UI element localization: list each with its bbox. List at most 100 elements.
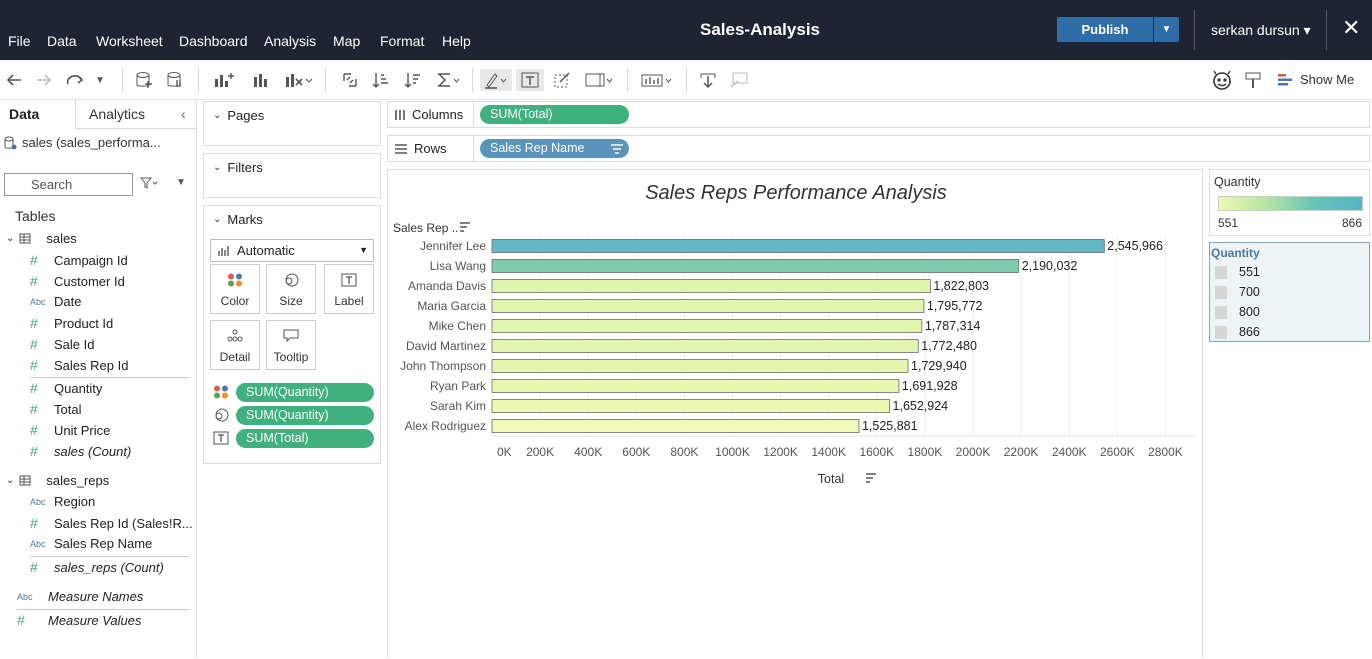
size-legend-label: 800 <box>1239 305 1260 319</box>
undo-icon[interactable] <box>4 69 24 91</box>
size-button[interactable]: Size <box>266 264 316 314</box>
color-button[interactable]: Color <box>210 264 260 314</box>
close-icon[interactable]: ✕ <box>1342 16 1360 40</box>
columns-shelf[interactable]: Columns SUM(Total) <box>387 101 1370 128</box>
category-label: Amanda Davis <box>408 279 486 293</box>
menu-dashboard[interactable]: Dashboard <box>179 33 248 49</box>
menu-file[interactable]: File <box>8 33 31 49</box>
tooltip-button[interactable]: Tooltip <box>266 320 316 370</box>
divider <box>122 68 123 92</box>
format-painter-icon[interactable] <box>1242 69 1264 91</box>
rows-shelf[interactable]: Rows Sales Rep Name <box>387 135 1370 162</box>
menu-data[interactable]: Data <box>47 33 77 49</box>
size-legend-item: 700 <box>1215 285 1260 299</box>
menu-worksheet[interactable]: Worksheet <box>96 33 163 49</box>
filters-card[interactable]: ⌄ Filters <box>203 153 381 198</box>
chevron-down-icon[interactable]: ▼ <box>176 177 186 188</box>
tab-data[interactable]: Data <box>9 106 39 122</box>
totals-icon[interactable] <box>435 69 461 91</box>
field-product-id[interactable]: # Product Id <box>30 315 113 331</box>
divider <box>472 68 473 92</box>
columns-pill-sum-total[interactable]: SUM(Total) <box>480 105 629 124</box>
label-label: Label <box>334 294 364 308</box>
field-quantity[interactable]: # Quantity <box>30 380 102 396</box>
table-sales[interactable]: ⌄ sales <box>6 231 77 246</box>
size-legend[interactable]: Quantity 551 700 800 866 <box>1209 242 1370 342</box>
new-datasource-icon[interactable] <box>133 69 155 91</box>
sort-ascending-icon[interactable] <box>370 69 392 91</box>
field-sale-id[interactable]: # Sale Id <box>30 336 94 352</box>
fix-axes-icon[interactable] <box>551 69 573 91</box>
sort-icon[interactable] <box>460 222 470 232</box>
swap-rows-columns-icon[interactable] <box>339 69 361 91</box>
detail-button[interactable]: Detail <box>210 320 260 370</box>
new-worksheet-icon[interactable] <box>211 69 237 91</box>
label-button[interactable]: Label <box>324 264 374 314</box>
replay-icon[interactable] <box>64 69 88 91</box>
replay-dropdown-icon[interactable]: ▼ <box>93 69 107 91</box>
show-me-button[interactable]: Show Me <box>1278 72 1354 87</box>
publish-button[interactable]: Publish <box>1057 17 1153 42</box>
x-tick-label: 2000K <box>956 445 991 459</box>
menu-analysis[interactable]: Analysis <box>264 33 316 49</box>
string-icon: Abc <box>17 591 33 602</box>
x-tick-label: 1800K <box>908 445 943 459</box>
pages-card[interactable]: ⌄ Pages <box>203 101 381 146</box>
filter-icon[interactable] <box>139 177 158 192</box>
field-date[interactable]: Abc Date <box>30 294 81 309</box>
data-label: 1,525,881 <box>862 419 918 433</box>
clear-sheet-icon[interactable] <box>283 69 313 91</box>
x-tick-label: 2800K <box>1148 445 1183 459</box>
duplicate-sheet-icon[interactable] <box>249 69 273 91</box>
show-mark-labels-icon[interactable] <box>516 69 544 91</box>
redo-icon[interactable] <box>34 69 54 91</box>
marks-pill-size-quantity[interactable]: SUM(Quantity) <box>236 406 374 425</box>
field-measure-values[interactable]: # Measure Values <box>17 612 141 628</box>
field-sales-count[interactable]: # sales (Count) <box>30 443 131 459</box>
field-measure-names[interactable]: Abc Measure Names <box>17 589 143 604</box>
sort-descending-icon[interactable] <box>402 69 424 91</box>
color-palette-icon <box>211 273 259 290</box>
field-campaign-id[interactable]: # Campaign Id <box>30 252 128 268</box>
tab-analytics[interactable]: Analytics <box>89 106 145 122</box>
caret-down-icon: ▼ <box>1161 24 1172 35</box>
explain-data-icon[interactable] <box>1210 69 1234 91</box>
menu-format[interactable]: Format <box>380 33 424 49</box>
field-total[interactable]: # Total <box>30 401 81 417</box>
presentation-mode-icon[interactable] <box>639 69 675 91</box>
mark-type-select[interactable]: Automatic ▼ <box>210 239 374 262</box>
field-label: Date <box>54 294 82 309</box>
sort-icon[interactable] <box>866 473 876 483</box>
collapse-pane-icon[interactable]: ‹ <box>181 106 186 122</box>
rows-pill-sales-rep-name[interactable]: Sales Rep Name <box>480 139 629 158</box>
field-region[interactable]: Abc Region <box>30 494 95 509</box>
search-input[interactable]: Search <box>4 173 133 196</box>
highlight-icon[interactable] <box>480 69 512 91</box>
bar-chart: Sales Rep .. 0K 200K 400K 600K 800K 1000K 1200… <box>393 221 1196 486</box>
color-legend[interactable]: Quantity 551 866 <box>1209 169 1370 236</box>
x-tick-label: 0K <box>497 445 512 459</box>
field-sales-reps-count[interactable]: # sales_reps (Count) <box>30 559 164 575</box>
rows-icon <box>395 143 407 154</box>
field-sales-rep-name[interactable]: Abc Sales Rep Name <box>30 536 152 551</box>
marks-pill-label-total[interactable]: SUM(Total) <box>236 429 374 448</box>
field-sales-rep-id[interactable]: # Sales Rep Id <box>30 357 128 373</box>
field-sales-rep-id-reps[interactable]: # Sales Rep Id (Sales!R... <box>30 515 193 531</box>
fit-view-icon[interactable] <box>583 69 615 91</box>
menu-help[interactable]: Help <box>442 33 471 49</box>
divider <box>686 68 687 92</box>
field-customer-id[interactable]: # Customer Id <box>30 273 125 289</box>
user-menu[interactable]: serkan dursun ▾ <box>1211 22 1311 39</box>
table-sales-reps[interactable]: ⌄ sales_reps <box>6 473 109 488</box>
publish-dropdown-button[interactable]: ▼ <box>1154 17 1179 42</box>
menu-map[interactable]: Map <box>333 33 360 49</box>
share-icon[interactable] <box>728 69 750 91</box>
datasource-item[interactable]: sales (sales_performa... <box>4 135 161 150</box>
download-icon[interactable] <box>697 69 719 91</box>
measure-icon: # <box>17 612 25 628</box>
chevron-down-icon: ⌄ <box>6 233 15 244</box>
pause-updates-icon[interactable] <box>164 69 186 91</box>
marks-pill-color-quantity[interactable]: SUM(Quantity) <box>236 383 374 402</box>
field-unit-price[interactable]: # Unit Price <box>30 422 110 438</box>
table-icon <box>19 233 31 243</box>
